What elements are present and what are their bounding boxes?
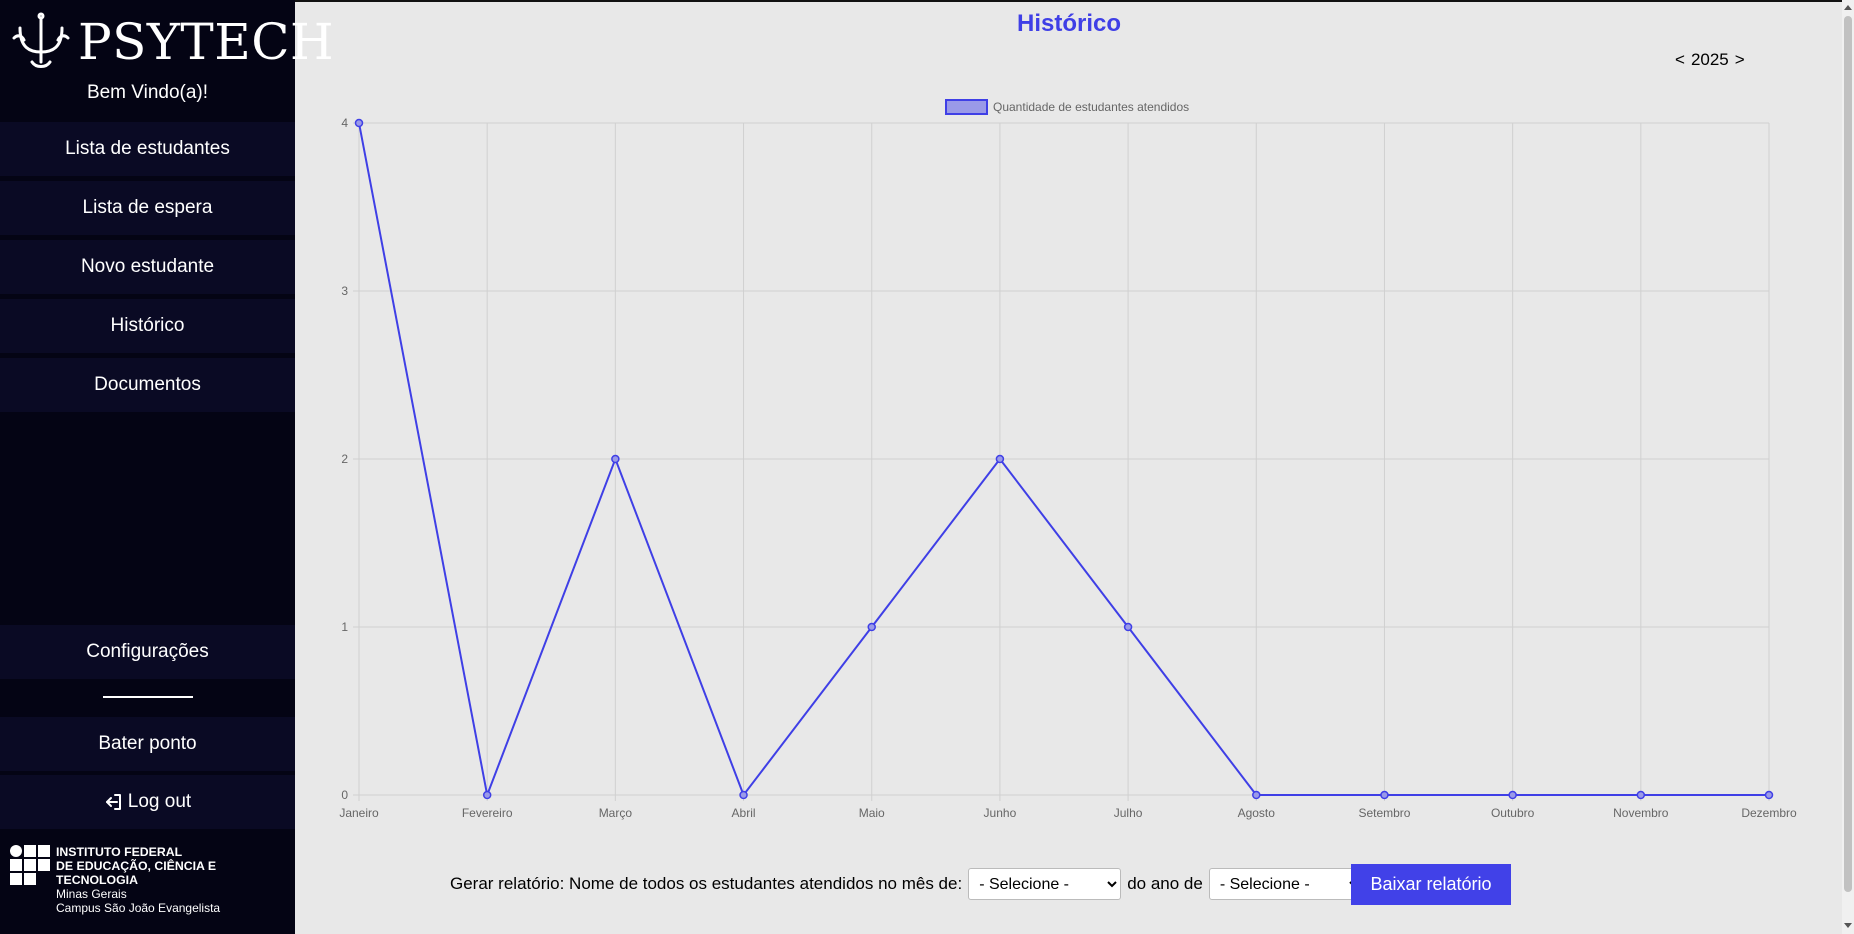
data-point [995, 454, 1005, 464]
scroll-up-arrow-icon[interactable] [1844, 5, 1852, 10]
scrollbar-thumb[interactable] [1844, 16, 1852, 892]
month-select[interactable]: - Selecione - [968, 868, 1122, 900]
report-label: Gerar relatório: Nome de todos os estuda… [450, 874, 963, 893]
x-tick-label: Maio [859, 806, 885, 820]
data-point [611, 454, 620, 464]
x-tick-label: Dezembro [1741, 806, 1797, 820]
data-point [1380, 790, 1389, 800]
x-tick-label: Novembro [1613, 806, 1669, 820]
scroll-down-arrow-icon[interactable] [1844, 923, 1852, 928]
download-report-button[interactable]: Baixar relatório [1351, 864, 1511, 905]
data-point [1636, 790, 1646, 800]
report-form: Gerar relatório: Nome de todos os estuda… [450, 868, 1369, 900]
x-tick-label: Julho [1114, 806, 1143, 820]
data-point [1508, 790, 1517, 800]
x-tick-label: Fevereiro [462, 806, 513, 820]
year-select[interactable]: - Selecione - [1208, 868, 1363, 900]
y-tick-label: 0 [341, 788, 348, 802]
x-tick-label: Outubro [1491, 806, 1535, 820]
x-tick-label: Abril [732, 806, 756, 820]
x-tick-label: Março [599, 806, 633, 820]
data-point [867, 622, 876, 632]
y-tick-label: 2 [341, 452, 348, 466]
x-tick-label: Agosto [1238, 806, 1276, 820]
year-select-label: do ano de [1127, 874, 1203, 893]
data-point [482, 790, 492, 800]
data-point [739, 790, 748, 800]
y-tick-label: 4 [341, 116, 348, 130]
data-point [1123, 622, 1133, 632]
y-tick-label: 1 [341, 620, 348, 634]
data-point [1764, 790, 1774, 800]
x-tick-label: Janeiro [339, 806, 379, 820]
y-tick-label: 3 [341, 284, 348, 298]
x-tick-label: Junho [984, 806, 1017, 820]
data-point [1252, 790, 1261, 800]
data-point [354, 118, 364, 128]
x-tick-label: Setembro [1358, 806, 1410, 820]
page-scrollbar[interactable] [1842, 0, 1854, 934]
history-line-chart: Janeiro Fevereiro Março Abril Maio Junho Julho… [339, 116, 1797, 820]
